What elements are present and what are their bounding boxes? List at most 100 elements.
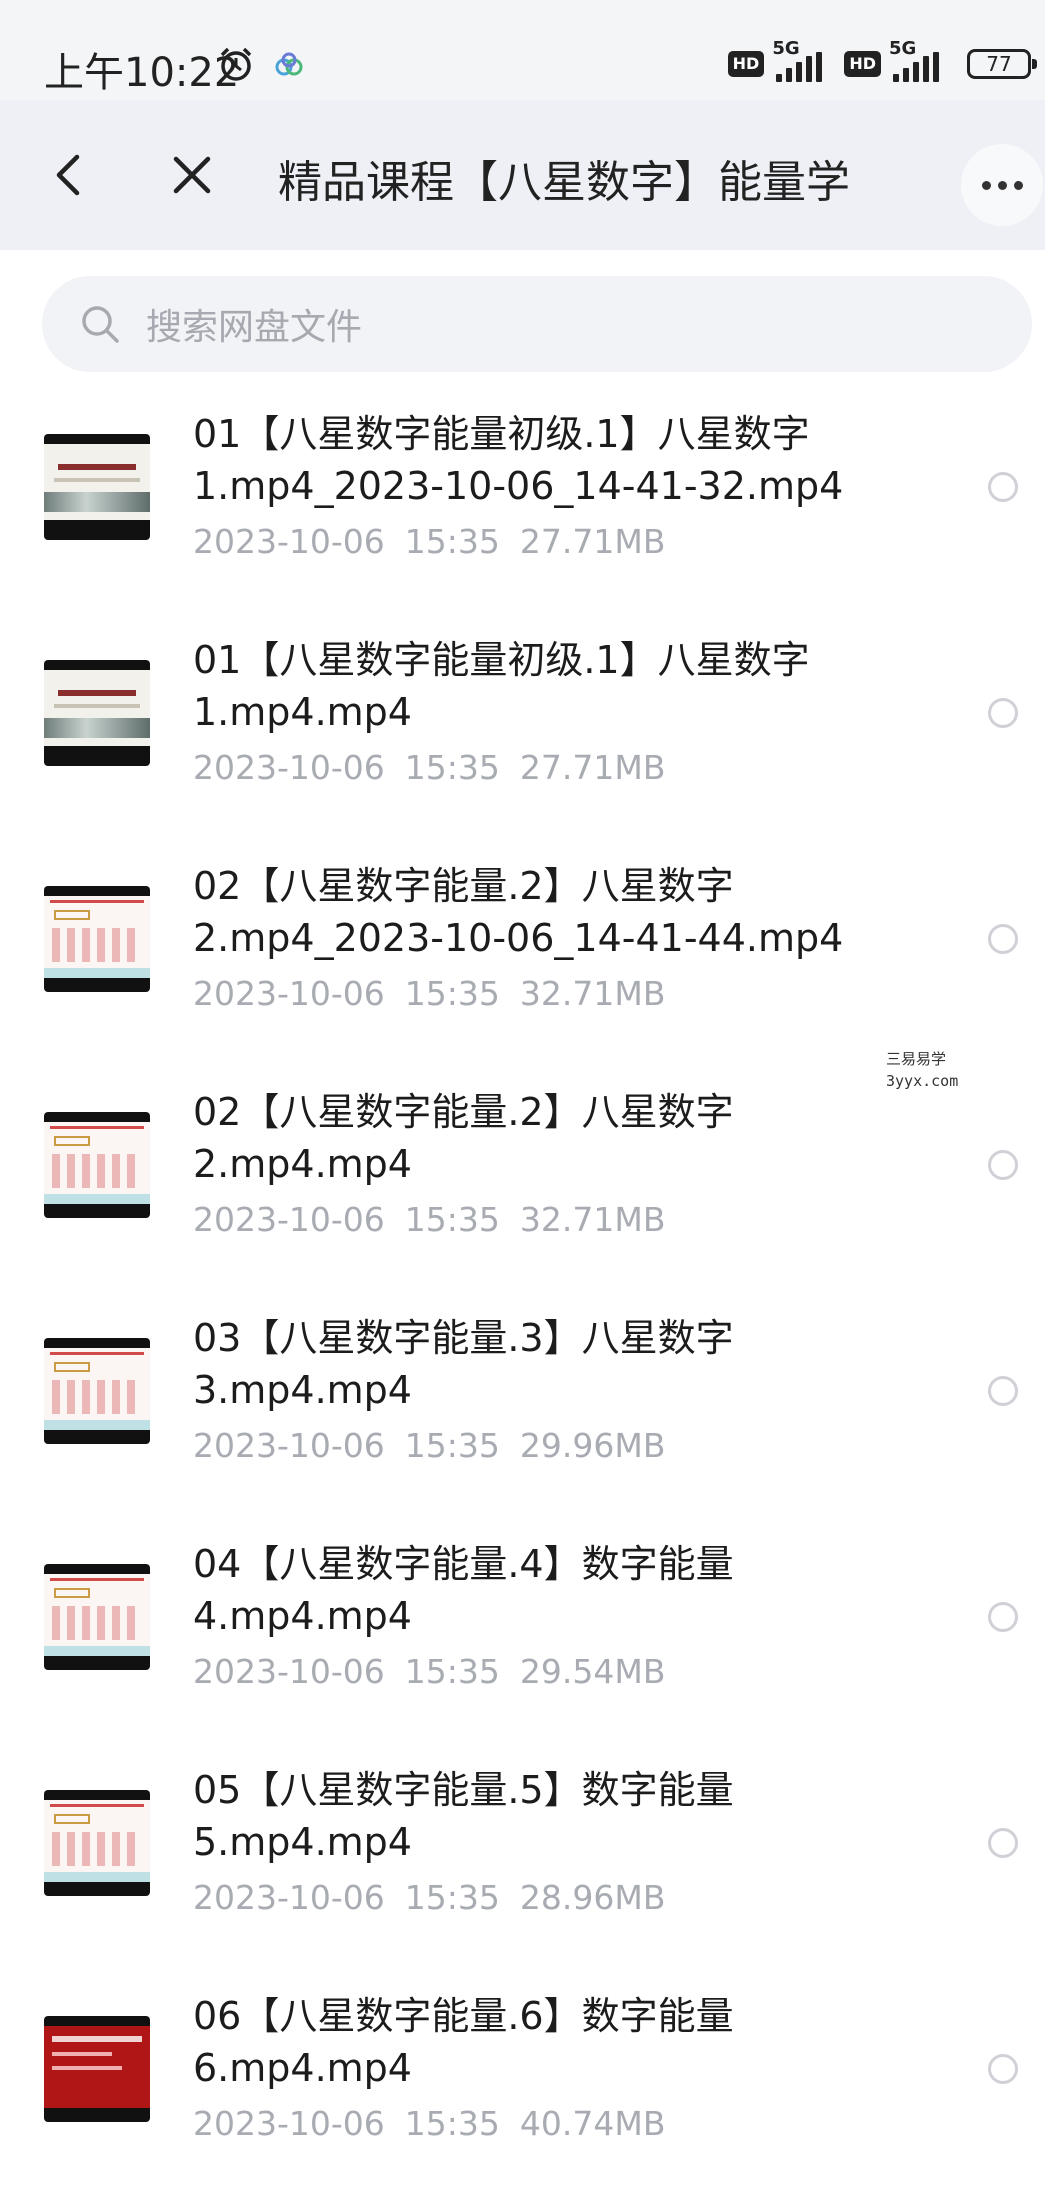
video-thumbnail	[44, 660, 150, 766]
file-name-line1: 04【八星数字能量.4】数字能量	[193, 1542, 734, 1586]
video-thumbnail	[44, 434, 150, 540]
file-name: 01【八星数字能量初级.1】八星数字 1.mp4_2023-10-06_14-41…	[193, 408, 993, 512]
file-name-line2: 5.mp4.mp4	[193, 1820, 412, 1864]
file-name-line2: 6.mp4.mp4	[193, 2046, 412, 2090]
more-dot-icon	[981, 180, 991, 190]
select-radio-button[interactable]	[988, 472, 1018, 502]
file-row[interactable]: 04【八星数字能量.4】数字能量 4.mp4.mp4 2023-10-06 15:35…	[0, 1510, 1045, 1736]
file-name: 04【八星数字能量.4】数字能量 4.mp4.mp4	[193, 1538, 993, 1642]
file-name-line1: 02【八星数字能量.2】八星数字	[193, 864, 734, 908]
status-indicators: HD 5G HD 5G 77	[727, 38, 1037, 84]
watermark-line2: 3yyx.com	[886, 1072, 959, 1090]
alarm-clock-icon	[220, 47, 252, 81]
file-meta: 2023-10-06 15:35 27.71MB	[193, 748, 685, 787]
file-meta: 2023-10-06 15:35 28.96MB	[193, 1878, 685, 1917]
file-time: 15:35	[404, 1652, 500, 1691]
select-radio-button[interactable]	[988, 698, 1018, 728]
battery-level: 77	[986, 52, 1012, 76]
file-meta: 2023-10-06 15:35 32.71MB	[193, 1200, 685, 1239]
file-name-line2: 4.mp4.mp4	[193, 1594, 412, 1638]
select-radio-button[interactable]	[988, 1376, 1018, 1406]
file-name-line1: 03【八星数字能量.3】八星数字	[193, 1316, 734, 1360]
battery-icon: 77	[967, 49, 1037, 79]
file-name-line1: 06【八星数字能量.6】数字能量	[193, 1994, 734, 2038]
file-date: 2023-10-06	[193, 974, 385, 1013]
file-list: 01【八星数字能量初级.1】八星数字 1.mp4_2023-10-06_14-41…	[0, 380, 1045, 2188]
file-date: 2023-10-06	[193, 748, 385, 787]
file-time: 15:35	[404, 1426, 500, 1465]
status-bar: 上午10:22 HD 5G HD 5G 77	[0, 0, 1045, 100]
select-radio-button[interactable]	[988, 1602, 1018, 1632]
signal-bars-icon	[893, 52, 939, 82]
file-time: 15:35	[404, 522, 500, 561]
file-size: 32.71MB	[519, 1200, 666, 1239]
video-thumbnail	[44, 1790, 150, 1896]
select-radio-button[interactable]	[988, 1828, 1018, 1858]
file-name: 01【八星数字能量初级.1】八星数字 1.mp4.mp4	[193, 634, 993, 738]
app-header: 精品课程【八星数字】能量学	[0, 100, 1045, 250]
file-size: 32.71MB	[519, 974, 666, 1013]
cloud-sync-icon	[275, 52, 303, 76]
more-options-button[interactable]	[961, 144, 1043, 226]
file-name-line2: 2.mp4.mp4	[193, 1142, 412, 1186]
video-thumbnail	[44, 1564, 150, 1670]
file-meta: 2023-10-06 15:35 27.71MB	[193, 522, 685, 561]
more-dot-icon	[1013, 180, 1023, 190]
file-row[interactable]: 05【八星数字能量.5】数字能量 5.mp4.mp4 2023-10-06 15:35…	[0, 1736, 1045, 1962]
file-meta: 2023-10-06 15:35 32.71MB	[193, 974, 685, 1013]
file-size: 29.54MB	[519, 1652, 666, 1691]
search-input[interactable]: 搜索网盘文件	[42, 276, 1032, 372]
file-time: 15:35	[404, 1200, 500, 1239]
close-button[interactable]	[162, 145, 222, 205]
close-icon	[173, 156, 211, 194]
file-name: 06【八星数字能量.6】数字能量 6.mp4.mp4	[193, 1990, 993, 2094]
page-title: 精品课程【八星数字】能量学	[278, 157, 850, 208]
file-name: 03【八星数字能量.3】八星数字 3.mp4.mp4	[193, 1312, 993, 1416]
file-meta: 2023-10-06 15:35 29.54MB	[193, 1652, 685, 1691]
file-date: 2023-10-06	[193, 2104, 385, 2143]
chevron-left-icon	[56, 154, 80, 196]
file-size: 27.71MB	[519, 748, 666, 787]
back-button[interactable]	[38, 145, 98, 205]
watermark: 三易易学 3yyx.com	[790, 1048, 1040, 1118]
watermark-line1: 三易易学	[886, 1050, 947, 1068]
signal-5g-2: 5G	[889, 38, 953, 84]
file-time: 15:35	[404, 2104, 500, 2143]
file-name-line2: 1.mp4.mp4	[193, 690, 412, 734]
file-row[interactable]: 01【八星数字能量初级.1】八星数字 1.mp4.mp4 2023-10-06 15:…	[0, 606, 1045, 832]
video-thumbnail	[44, 1112, 150, 1218]
signal-bars-icon	[776, 52, 823, 82]
search-icon	[82, 306, 119, 343]
file-row[interactable]: 02【八星数字能量.2】八星数字 2.mp4_2023-10-06_14-41-4…	[0, 832, 1045, 1058]
file-meta: 2023-10-06 15:35 29.96MB	[193, 1426, 685, 1465]
file-name: 05【八星数字能量.5】数字能量 5.mp4.mp4	[193, 1764, 993, 1868]
more-dot-icon	[997, 180, 1007, 190]
file-name-line1: 01【八星数字能量初级.1】八星数字	[193, 638, 810, 682]
hd-badge-1: HD	[727, 51, 765, 77]
file-size: 40.74MB	[519, 2104, 666, 2143]
file-date: 2023-10-06	[193, 1200, 385, 1239]
file-time: 15:35	[404, 974, 500, 1013]
file-row[interactable]: 03【八星数字能量.3】八星数字 3.mp4.mp4 2023-10-06 15:35…	[0, 1284, 1045, 1510]
file-time: 15:35	[404, 1878, 500, 1917]
file-date: 2023-10-06	[193, 1652, 385, 1691]
search-placeholder: 搜索网盘文件	[146, 307, 363, 348]
file-row[interactable]: 06【八星数字能量.6】数字能量 6.mp4.mp4 2023-10-06 15:35…	[0, 1962, 1045, 2188]
select-radio-button[interactable]	[988, 924, 1018, 954]
hd-badge-2: HD	[844, 51, 881, 77]
file-date: 2023-10-06	[193, 522, 385, 561]
file-meta: 2023-10-06 15:35 40.74MB	[193, 2104, 685, 2143]
file-name-line1: 05【八星数字能量.5】数字能量	[193, 1768, 734, 1812]
status-time: 上午10:22	[44, 50, 240, 96]
video-thumbnail	[44, 886, 150, 992]
signal-5g-1: 5G	[772, 38, 836, 84]
file-size: 29.96MB	[519, 1426, 666, 1465]
file-row[interactable]: 01【八星数字能量初级.1】八星数字 1.mp4_2023-10-06_14-41…	[0, 380, 1045, 606]
file-size: 27.71MB	[519, 522, 666, 561]
file-time: 15:35	[404, 748, 500, 787]
video-thumbnail	[44, 2016, 150, 2122]
file-name-line2: 1.mp4_2023-10-06_14-41-32.mp4	[193, 464, 844, 508]
select-radio-button[interactable]	[988, 2054, 1018, 2084]
file-date: 2023-10-06	[193, 1426, 385, 1465]
select-radio-button[interactable]	[988, 1150, 1018, 1180]
